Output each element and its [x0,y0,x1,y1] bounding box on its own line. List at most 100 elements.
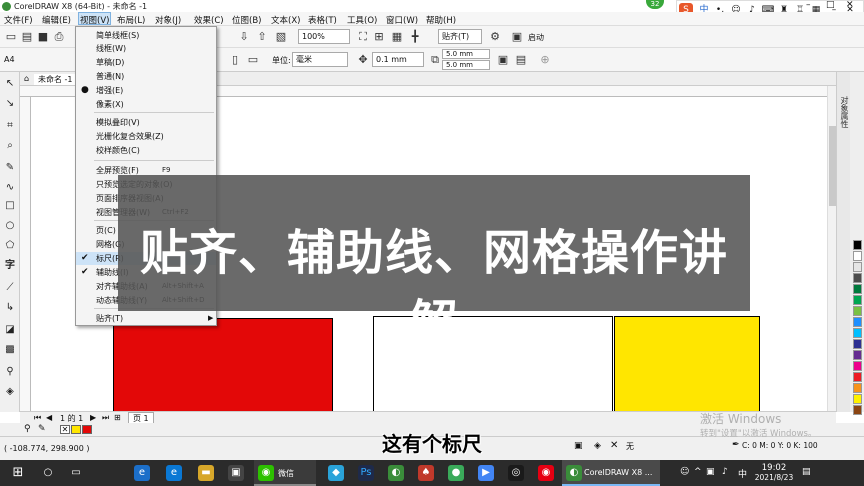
tray-app-icon[interactable]: ▣ [706,467,715,477]
all-pages-icon[interactable]: ▤ [514,53,528,67]
notifications-icon[interactable]: ▤ [802,467,811,477]
pick-tool-icon[interactable]: ↖ [4,78,16,90]
coreldraw-icon[interactable]: ◐ [388,465,404,481]
launch-label[interactable]: 启动 [528,32,544,43]
add-icon[interactable]: ⊕ [538,53,552,67]
full-screen-icon[interactable]: ⛶ [356,30,370,44]
view-menu-item-draft[interactable]: 草稿(D) [76,56,216,69]
tray-person-icon[interactable]: ☺ [680,467,689,477]
app-icon-4[interactable]: ▶ [478,465,494,481]
photoshop-icon[interactable]: Ps [358,465,374,481]
connector-tool-icon[interactable]: ↳ [4,302,16,314]
vertical-scrollbar[interactable] [827,86,836,411]
duplicate-x-input[interactable]: 5.0 mm [442,49,490,59]
first-page-icon[interactable]: ⏮ [34,413,41,423]
ie-icon[interactable]: e [134,465,150,481]
palette-swatch[interactable] [853,317,862,327]
app-icon-2[interactable]: ♠ [418,465,434,481]
menu-edit[interactable]: 编辑(E) [42,14,71,26]
export-icon[interactable]: ⇧ [255,30,269,44]
palette-swatch[interactable] [853,383,862,393]
publish-pdf-icon[interactable]: ▧ [274,30,288,44]
current-page-icon[interactable]: ▣ [496,53,510,67]
window-close-icon[interactable]: ✕ [846,0,854,10]
zoom-level-select[interactable]: 100% [298,29,350,44]
shape-tool-icon[interactable]: ↘ [4,98,16,110]
palette-swatch[interactable] [853,328,862,338]
crop-tool-icon[interactable]: ⌗ [4,120,16,132]
palette-swatch[interactable] [853,350,862,360]
ime-indicator[interactable]: 中 [738,467,747,480]
portrait-icon[interactable]: ▯ [228,53,242,67]
import-icon[interactable]: ⇩ [237,30,251,44]
taskbar-clock[interactable]: 19:02 2021/8/23 [752,463,796,482]
palette-swatch[interactable] [853,295,862,305]
menu-view[interactable]: 视图(V) [78,12,112,26]
palette-swatch[interactable] [853,372,862,382]
eyedropper-icon[interactable]: ⚲ [4,366,16,378]
artistic-media-icon[interactable]: ∿ [4,182,16,194]
palette-swatch[interactable] [853,262,862,272]
doc-tab[interactable]: 未命名 -1 [34,74,77,85]
polygon-tool-icon[interactable]: ⬠ [4,240,16,252]
tray-chevron-icon[interactable]: ^ [694,467,702,477]
task-view-icon[interactable]: ▭ [68,465,84,481]
app-icon-5[interactable]: ◎ [508,465,524,481]
start-icon[interactable]: ⊞ [10,465,26,481]
view-menu-item-normal[interactable]: 普通(N) [76,70,216,83]
palette-swatch[interactable] [853,361,862,371]
add-page-icon[interactable]: ⊞ [114,413,121,422]
landscape-icon[interactable]: ▭ [246,53,260,67]
ellipse-tool-icon[interactable]: ○ [4,220,16,232]
volume-icon[interactable]: ♪ [722,467,728,477]
options-gear-icon[interactable]: ⚙ [488,30,502,44]
drop-shadow-icon[interactable]: ◪ [4,324,16,336]
page-size-label[interactable]: A4 [4,55,15,64]
application-launcher-icon[interactable]: ▣ [510,30,524,44]
home-icon[interactable]: ⌂ [24,74,29,83]
menu-file[interactable]: 文件(F) [4,14,33,26]
open-folder-icon[interactable]: ▤ [20,30,34,44]
menu-object[interactable]: 对象(J) [155,14,181,26]
print-icon[interactable]: ⎙ [52,30,66,44]
next-page-icon[interactable]: ▶ [90,413,96,422]
view-menu-item-pixels[interactable]: 像素(X) [76,98,216,111]
search-icon[interactable]: ○ [40,465,56,481]
view-menu-item-enhanced[interactable]: ● 增强(E) [76,84,216,97]
menu-text[interactable]: 文本(X) [271,14,300,26]
duplicate-y-input[interactable]: 5.0 mm [442,60,490,70]
window-minimize-icon[interactable]: – [806,0,811,10]
last-page-icon[interactable]: ⏭ [102,413,109,423]
edge-icon[interactable]: e [166,465,182,481]
menu-effects[interactable]: 效果(C) [194,14,224,26]
window-maximize-icon[interactable]: □ [826,0,835,10]
wechat-label[interactable]: 微信 [278,468,294,479]
palette-swatch[interactable] [853,339,862,349]
palette-swatch[interactable] [853,394,862,404]
view-menu-item-simulate-overprints[interactable]: 模拟叠印(V) [76,116,216,129]
coreldraw-taskbar-label[interactable]: CorelDRAW X8 ... [584,468,652,477]
units-select[interactable]: 毫米 [292,52,348,67]
interactive-fill-icon[interactable]: ◈ [4,386,16,398]
wechat-icon[interactable]: ◉ [258,465,274,481]
view-menu-item-simple-wireframe[interactable]: 简单线框(S) [76,29,216,42]
palette-swatch[interactable] [853,405,862,415]
menu-window[interactable]: 窗口(W) [386,14,418,26]
vertical-ruler[interactable] [20,97,31,411]
palette-swatch[interactable] [853,306,862,316]
coreldraw-running-icon[interactable]: ◐ [566,465,582,481]
rectangle-tool-icon[interactable]: □ [4,200,16,212]
view-menu-item-wireframe[interactable]: 线框(W) [76,42,216,55]
snap-to-dropdown[interactable]: 贴齐(T) [438,29,482,44]
app-icon-3[interactable]: ● [448,465,464,481]
guidelines-icon[interactable]: ╋ [408,30,422,44]
palette-swatch[interactable] [853,240,862,250]
view-menu-item-rasterize-effects[interactable]: 光栅化复合效果(Z) [76,130,216,143]
grid-icon[interactable]: ▦ [390,30,404,44]
menu-help[interactable]: 帮助(H) [426,14,456,26]
new-document-icon[interactable]: ▭ [4,30,18,44]
menu-table[interactable]: 表格(T) [308,14,337,26]
palette-swatch[interactable] [853,251,862,261]
parallel-dimension-icon[interactable]: ⟋ [4,282,16,294]
nudge-distance-input[interactable]: 0.1 mm [372,52,424,67]
